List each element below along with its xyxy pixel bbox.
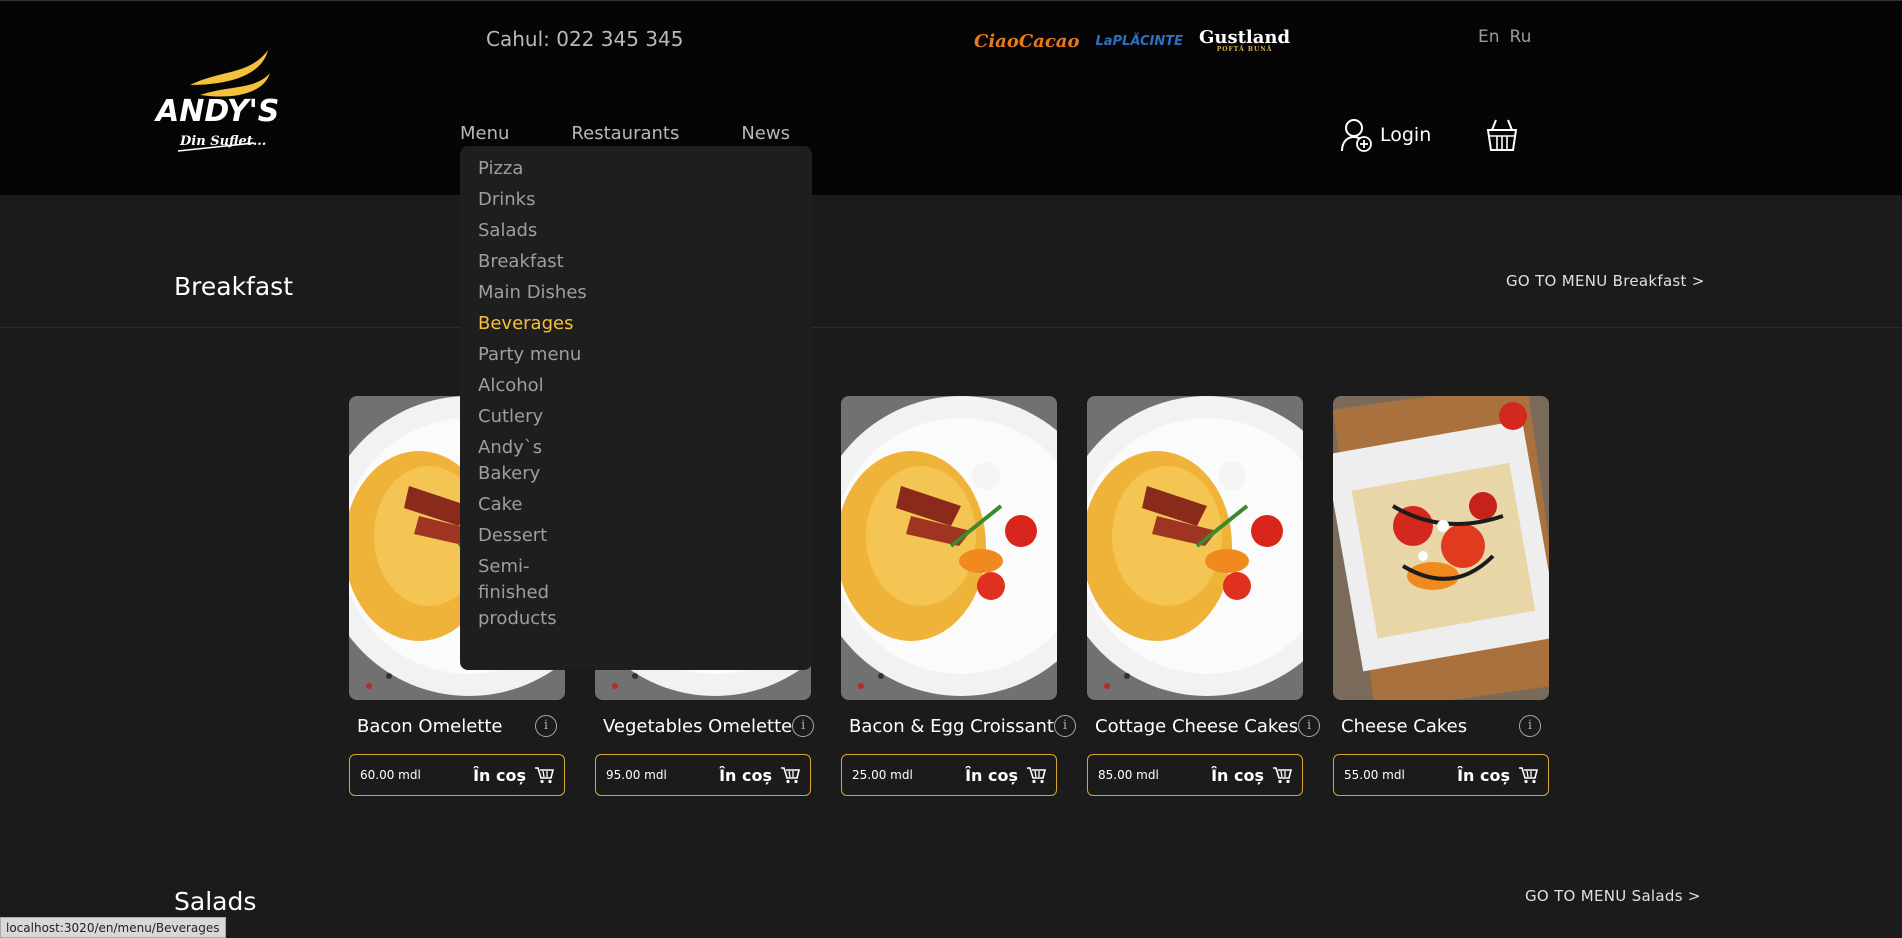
site-header: ANDY'S Din Suflet... Cahul: 022 345 345 … bbox=[0, 0, 1902, 195]
go-to-menu-breakfast-link[interactable]: GO TO MENU Breakfast > bbox=[1506, 272, 1705, 290]
add-to-cart-button[interactable]: 85.00 mdl În coș bbox=[1087, 754, 1303, 796]
product-name: Cottage Cheese Cakes bbox=[1095, 715, 1299, 737]
info-icon[interactable]: i bbox=[1053, 715, 1076, 737]
dropdown-item-andy-s-bakery[interactable]: Andy`s Bakery bbox=[478, 435, 598, 487]
login-button[interactable]: Login bbox=[1340, 117, 1431, 153]
language-switcher: En Ru bbox=[1478, 27, 1531, 47]
add-to-cart-text: În coș bbox=[965, 765, 1018, 785]
product-price: 60.00 mdl bbox=[360, 768, 421, 782]
section-title-breakfast: Breakfast bbox=[174, 272, 294, 301]
logo-brand-text: ANDY'S bbox=[154, 94, 279, 129]
info-icon[interactable]: i bbox=[1298, 715, 1321, 737]
product-image[interactable] bbox=[841, 396, 1057, 700]
section-title-salads: Salads bbox=[174, 887, 257, 916]
product-name: Vegetables Omelette bbox=[603, 715, 793, 737]
main-nav: Menu Restaurants News bbox=[460, 123, 852, 144]
add-to-cart-label: În coș bbox=[719, 766, 800, 785]
add-to-cart-label: În coș bbox=[965, 766, 1046, 785]
add-to-cart-label: În coș bbox=[1457, 766, 1538, 785]
add-to-cart-label: În coș bbox=[473, 766, 554, 785]
product-image[interactable] bbox=[1333, 396, 1549, 700]
nav-restaurants[interactable]: Restaurants bbox=[571, 123, 679, 144]
partner-laplacinte-logo[interactable]: LaPLĂCINTE bbox=[1095, 34, 1183, 49]
product-price: 25.00 mdl bbox=[852, 768, 913, 782]
nav-news[interactable]: News bbox=[741, 123, 790, 144]
dropdown-item-salads[interactable]: Salads bbox=[478, 218, 598, 244]
partner-gustland-logo[interactable]: Gustland POFTĂ BUNĂ bbox=[1199, 29, 1290, 53]
add-to-cart-text: În coș bbox=[1211, 765, 1264, 785]
product-name: Cheese Cakes bbox=[1341, 715, 1468, 737]
dropdown-item-pizza[interactable]: Pizza bbox=[478, 156, 598, 182]
basket-icon bbox=[1486, 119, 1518, 151]
product-card[interactable]: Cottage Cheese Cakes i 85.00 mdl În coș bbox=[1087, 396, 1321, 796]
cart-icon bbox=[1273, 767, 1292, 784]
dropdown-item-breakfast[interactable]: Breakfast bbox=[478, 249, 598, 275]
dropdown-item-party-menu[interactable]: Party menu bbox=[478, 342, 598, 368]
add-to-cart-button[interactable]: 55.00 mdl În coș bbox=[1333, 754, 1549, 796]
cart-icon bbox=[535, 767, 554, 784]
dropdown-item-beverages[interactable]: Beverages bbox=[478, 311, 598, 337]
user-add-icon bbox=[1341, 119, 1372, 152]
menu-dropdown: Pizza Drinks Salads Breakfast Main Dishes Bev… bbox=[460, 146, 812, 670]
dropdown-item-cake[interactable]: Cake bbox=[478, 492, 598, 518]
product-name: Bacon & Egg Croissant bbox=[849, 715, 1054, 737]
product-price: 95.00 mdl bbox=[606, 768, 667, 782]
login-label: Login bbox=[1380, 124, 1432, 146]
add-to-cart-button[interactable]: 60.00 mdl În coș bbox=[349, 754, 565, 796]
dropdown-item-alcohol[interactable]: Alcohol bbox=[478, 373, 598, 399]
add-to-cart-button[interactable]: 95.00 mdl În coș bbox=[595, 754, 811, 796]
product-card[interactable]: Cheese Cakes i 55.00 mdl În coș bbox=[1333, 396, 1549, 796]
dropdown-item-drinks[interactable]: Drinks bbox=[478, 187, 598, 213]
info-icon[interactable]: i bbox=[1519, 715, 1541, 737]
partner-ciaocacao-logo[interactable]: CiaoCacao bbox=[974, 31, 1079, 52]
phone-number[interactable]: Cahul: 022 345 345 bbox=[486, 27, 683, 51]
cart-button[interactable] bbox=[1486, 118, 1518, 152]
product-image[interactable] bbox=[1087, 396, 1303, 700]
add-to-cart-text: În coș bbox=[473, 765, 526, 785]
dropdown-item-semi-finished-products[interactable]: Semi-finished products bbox=[478, 554, 598, 632]
section-divider bbox=[0, 327, 1902, 328]
product-title-row: Bacon Omelette i bbox=[349, 712, 565, 740]
product-price: 55.00 mdl bbox=[1344, 768, 1405, 782]
info-icon[interactable]: i bbox=[535, 715, 557, 737]
product-price: 85.00 mdl bbox=[1098, 768, 1159, 782]
product-title-row: Vegetables Omelette i bbox=[595, 712, 815, 740]
add-to-cart-text: În coș bbox=[719, 765, 772, 785]
cart-icon bbox=[781, 767, 800, 784]
andys-logo[interactable]: ANDY'S Din Suflet... bbox=[150, 45, 290, 160]
nav-menu[interactable]: Menu bbox=[460, 123, 509, 144]
cart-icon bbox=[1027, 767, 1046, 784]
add-to-cart-button[interactable]: 25.00 mdl În coș bbox=[841, 754, 1057, 796]
browser-status-bar: localhost:3020/en/menu/Beverages bbox=[0, 917, 226, 938]
go-to-menu-salads-link[interactable]: GO TO MENU Salads > bbox=[1525, 887, 1701, 905]
product-card[interactable]: Bacon & Egg Croissant i 25.00 mdl În coș bbox=[841, 396, 1076, 796]
product-title-row: Cheese Cakes i bbox=[1333, 712, 1549, 740]
cart-icon bbox=[1519, 767, 1538, 784]
product-title-row: Cottage Cheese Cakes i bbox=[1087, 712, 1321, 740]
product-title-row: Bacon & Egg Croissant i bbox=[841, 712, 1076, 740]
product-name: Bacon Omelette bbox=[357, 715, 503, 737]
dropdown-item-main-dishes[interactable]: Main Dishes bbox=[478, 280, 598, 306]
info-icon[interactable]: i bbox=[792, 715, 815, 737]
dropdown-item-dessert[interactable]: Dessert bbox=[478, 523, 598, 549]
lang-ru[interactable]: Ru bbox=[1510, 27, 1532, 47]
lang-en[interactable]: En bbox=[1478, 27, 1500, 47]
add-to-cart-label: În coș bbox=[1211, 766, 1292, 785]
add-to-cart-text: În coș bbox=[1457, 765, 1510, 785]
partner-logos: CiaoCacao LaPLĂCINTE Gustland POFTĂ BUNĂ bbox=[974, 19, 1290, 63]
dropdown-item-cutlery[interactable]: Cutlery bbox=[478, 404, 598, 430]
